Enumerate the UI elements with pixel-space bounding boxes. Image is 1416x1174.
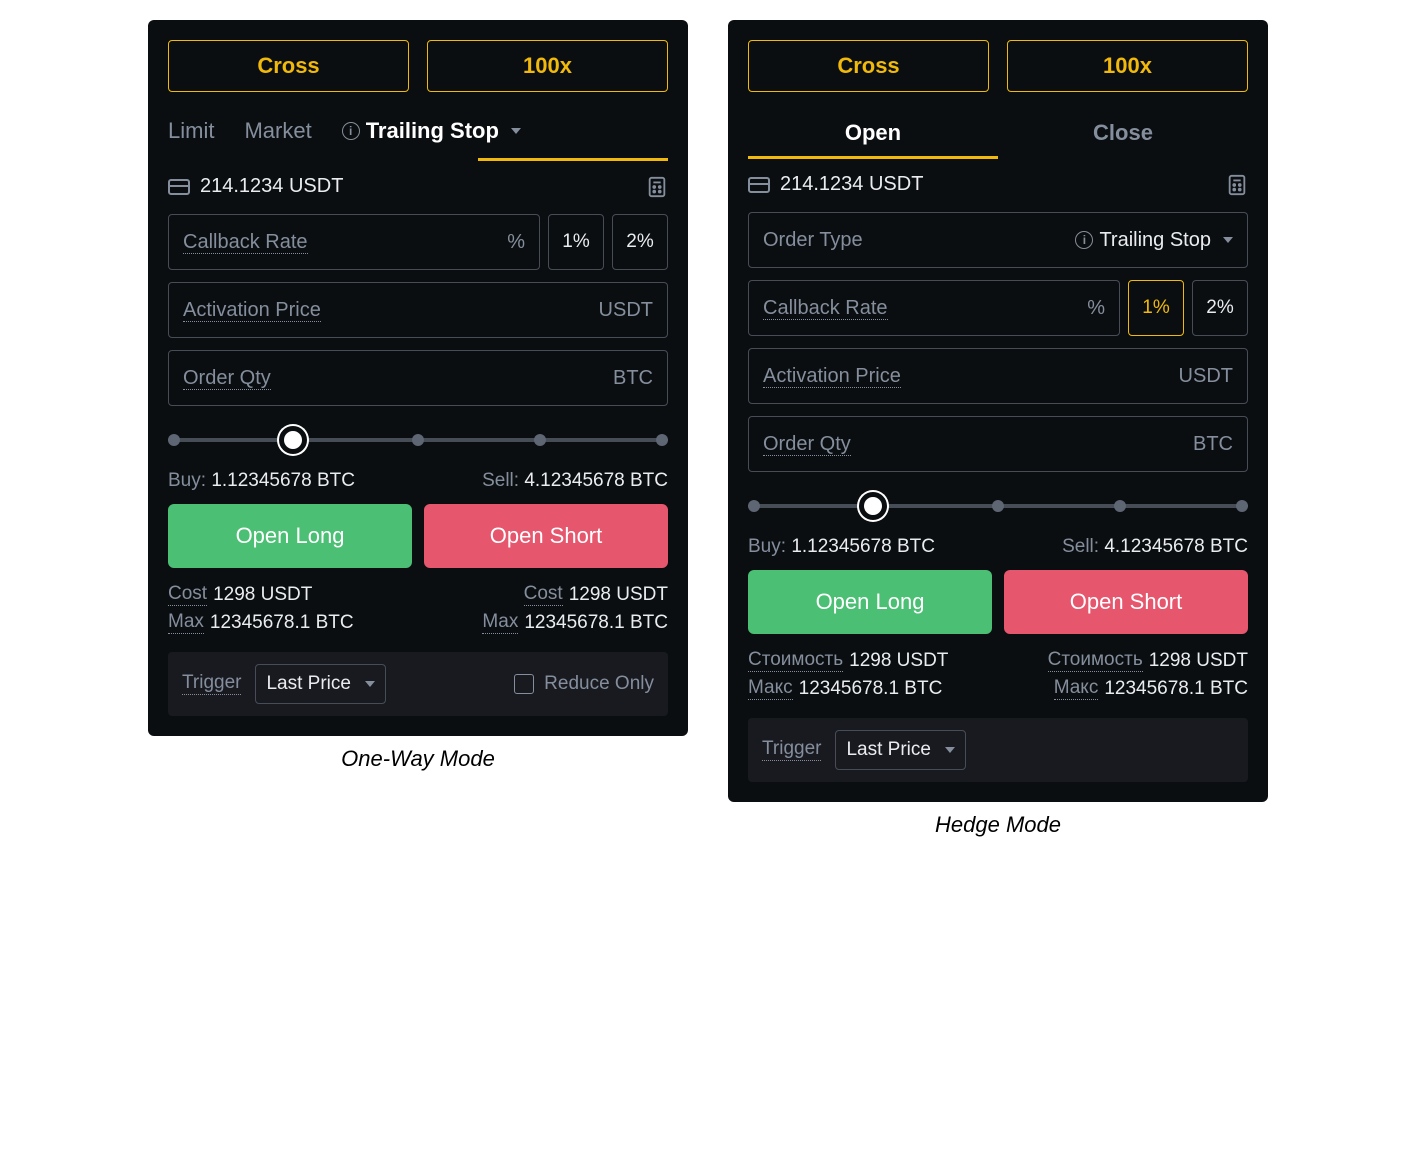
cost-value-short: 1298 USDT xyxy=(1149,650,1248,672)
trigger-value: Last Price xyxy=(266,673,350,695)
open-long-button[interactable]: Open Long xyxy=(168,504,412,568)
wallet-icon xyxy=(748,177,770,193)
calculator-icon[interactable] xyxy=(646,176,668,198)
order-panel-oneway: Cross 100x Limit Market i Trailing Stop … xyxy=(148,20,688,736)
order-type-tabs: Limit Market i Trailing Stop xyxy=(168,110,668,152)
activation-price-input[interactable]: Activation Price USDT xyxy=(168,282,668,338)
tab-limit[interactable]: Limit xyxy=(168,110,214,152)
calculator-icon[interactable] xyxy=(1226,174,1248,196)
order-qty-input[interactable]: Order Qty BTC xyxy=(748,416,1248,472)
open-short-button[interactable]: Open Short xyxy=(424,504,668,568)
leverage-button[interactable]: 100x xyxy=(1007,40,1248,92)
margin-mode-button[interactable]: Cross xyxy=(168,40,409,92)
sell-label: Sell: xyxy=(482,470,519,491)
callback-chip-1[interactable]: 1% xyxy=(1128,280,1184,336)
leverage-button[interactable]: 100x xyxy=(427,40,668,92)
order-panel-hedge: Cross 100x Open Close 214.1234 USDT Orde… xyxy=(728,20,1268,802)
order-type-label: Order Type xyxy=(763,229,863,252)
order-qty-label: Order Qty xyxy=(763,433,851,456)
sell-label: Sell: xyxy=(1062,536,1099,557)
buy-value: 1.12345678 BTC xyxy=(211,470,355,491)
callback-rate-input[interactable]: Callback Rate % xyxy=(748,280,1120,336)
chevron-down-icon xyxy=(945,747,955,753)
trigger-select[interactable]: Last Price xyxy=(255,664,385,704)
margin-mode-button[interactable]: Cross xyxy=(748,40,989,92)
trigger-label: Trigger xyxy=(182,673,241,695)
info-icon[interactable]: i xyxy=(1075,231,1093,249)
sell-value: 4.12345678 BTC xyxy=(524,470,668,491)
tab-market[interactable]: Market xyxy=(244,110,311,152)
balance-value: 214.1234 USDT xyxy=(780,173,923,196)
tab-open[interactable]: Open xyxy=(748,110,998,156)
info-icon[interactable]: i xyxy=(342,122,360,140)
activation-price-label: Activation Price xyxy=(183,299,321,322)
callback-chip-2[interactable]: 2% xyxy=(1192,280,1248,336)
cost-value-long: 1298 USDT xyxy=(849,650,948,672)
tab-trailing-label: Trailing Stop xyxy=(366,118,499,144)
chevron-down-icon xyxy=(1223,237,1233,243)
max-label-short: Max xyxy=(482,612,518,634)
slider-ticks xyxy=(168,434,668,446)
cost-label-short: Cost xyxy=(524,584,563,606)
buy-label: Buy: xyxy=(748,536,786,557)
max-label-short: Макс xyxy=(1054,678,1099,700)
caption-oneway: One-Way Mode xyxy=(341,746,495,772)
tab-trailing-stop[interactable]: i Trailing Stop xyxy=(342,110,521,152)
reduce-only-toggle[interactable]: Reduce Only xyxy=(514,673,654,695)
active-tab-underline xyxy=(748,156,998,159)
position-tabs: Open Close xyxy=(748,110,1248,156)
trigger-label: Trigger xyxy=(762,739,821,761)
caption-hedge: Hedge Mode xyxy=(935,812,1061,838)
callback-rate-label: Callback Rate xyxy=(763,297,888,320)
reduce-only-label: Reduce Only xyxy=(544,673,654,695)
cost-label-long: Cost xyxy=(168,584,207,606)
callback-rate-unit: % xyxy=(1087,297,1105,320)
order-qty-unit: BTC xyxy=(613,367,653,390)
max-label-long: Max xyxy=(168,612,204,634)
trigger-select[interactable]: Last Price xyxy=(835,730,965,770)
activation-price-input[interactable]: Activation Price USDT xyxy=(748,348,1248,404)
max-value-short: 12345678.1 BTC xyxy=(1104,678,1248,700)
cost-label-short: Стоимость xyxy=(1048,650,1143,672)
cost-value-short: 1298 USDT xyxy=(569,584,668,606)
qty-slider[interactable] xyxy=(748,494,1248,518)
open-long-button[interactable]: Open Long xyxy=(748,570,992,634)
buy-label: Buy: xyxy=(168,470,206,491)
tab-close[interactable]: Close xyxy=(998,110,1248,156)
open-short-button[interactable]: Open Short xyxy=(1004,570,1248,634)
chevron-down-icon xyxy=(365,681,375,687)
order-type-value: Trailing Stop xyxy=(1099,229,1211,252)
buy-value: 1.12345678 BTC xyxy=(791,536,935,557)
max-value-long: 12345678.1 BTC xyxy=(210,612,354,634)
balance-value: 214.1234 USDT xyxy=(200,175,343,198)
order-qty-unit: BTC xyxy=(1193,433,1233,456)
order-qty-label: Order Qty xyxy=(183,367,271,390)
activation-price-unit: USDT xyxy=(1179,365,1233,388)
cost-value-long: 1298 USDT xyxy=(213,584,312,606)
cost-label-long: Стоимость xyxy=(748,650,843,672)
qty-slider[interactable] xyxy=(168,428,668,452)
chevron-down-icon xyxy=(511,128,521,134)
callback-rate-unit: % xyxy=(507,231,525,254)
callback-rate-label: Callback Rate xyxy=(183,231,308,254)
activation-price-unit: USDT xyxy=(599,299,653,322)
max-label-long: Макс xyxy=(748,678,793,700)
order-type-select[interactable]: Order Type i Trailing Stop xyxy=(748,212,1248,268)
active-tab-underline xyxy=(478,158,668,161)
max-value-short: 12345678.1 BTC xyxy=(524,612,668,634)
callback-rate-input[interactable]: Callback Rate % xyxy=(168,214,540,270)
trigger-value: Last Price xyxy=(846,739,930,761)
slider-thumb[interactable] xyxy=(859,492,887,520)
slider-ticks xyxy=(748,500,1248,512)
checkbox-icon xyxy=(514,674,534,694)
order-qty-input[interactable]: Order Qty BTC xyxy=(168,350,668,406)
slider-thumb[interactable] xyxy=(279,426,307,454)
sell-value: 4.12345678 BTC xyxy=(1104,536,1248,557)
callback-chip-1[interactable]: 1% xyxy=(548,214,604,270)
max-value-long: 12345678.1 BTC xyxy=(799,678,943,700)
wallet-icon xyxy=(168,179,190,195)
callback-chip-2[interactable]: 2% xyxy=(612,214,668,270)
activation-price-label: Activation Price xyxy=(763,365,901,388)
